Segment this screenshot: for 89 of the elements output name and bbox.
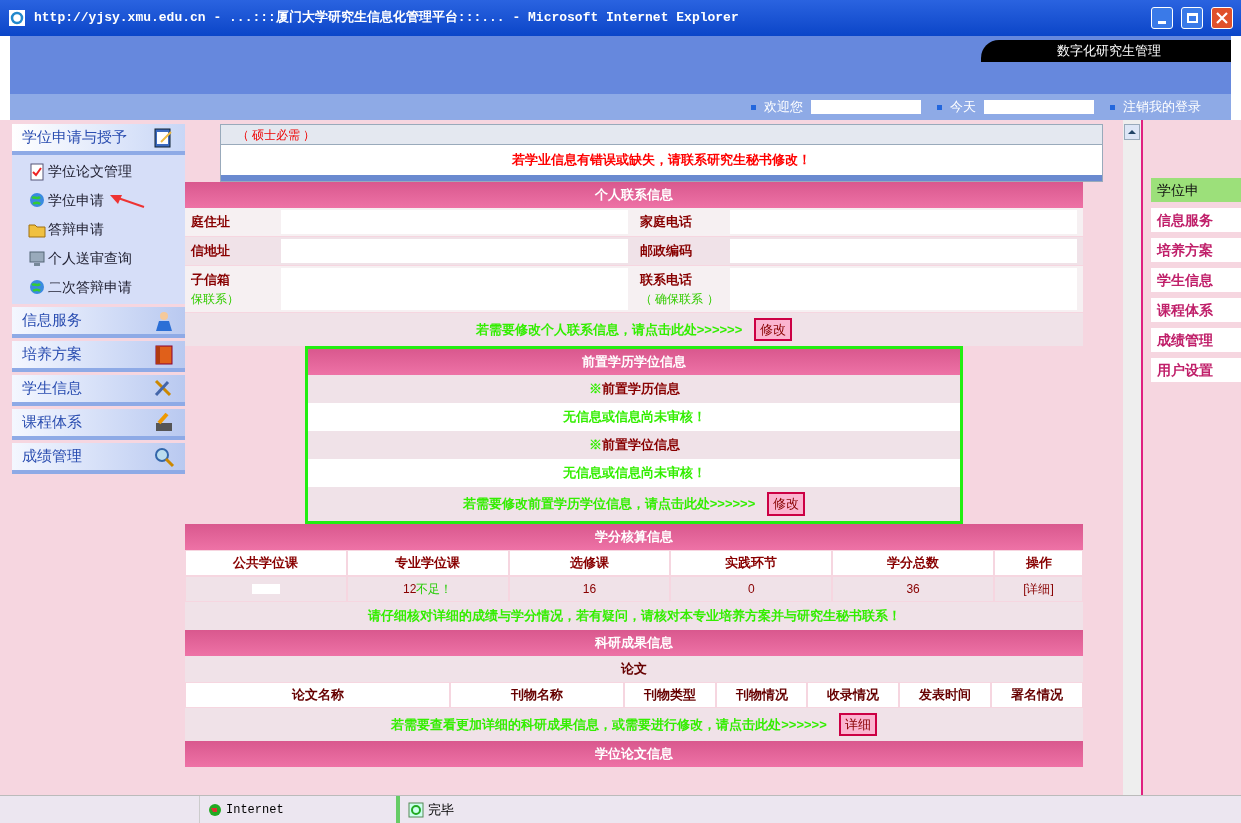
table-cell-text: （ 硕士必需 ） — [235, 126, 317, 144]
section-header: 学位论文信息 — [185, 741, 1083, 767]
page-icon — [408, 801, 424, 818]
sidebar-item[interactable]: 学位论文管理 — [12, 157, 132, 186]
document-icon — [28, 162, 46, 181]
monitor-icon — [28, 249, 46, 268]
redacted-block — [251, 583, 280, 594]
field-label: 庭住址 — [191, 213, 231, 232]
sidebar-item[interactable]: 答辩申请 — [12, 215, 104, 244]
sidebar-group-header[interactable]: 信息服务 — [12, 307, 185, 338]
column-header: 学分总数 — [832, 549, 994, 576]
column-header: 论文名称 — [185, 681, 451, 708]
status-message: 无信息或信息尚未审核！ — [562, 464, 706, 483]
scroll-up-icon[interactable] — [1124, 124, 1140, 140]
window-title: http://yjsy.xmu.edu.cn - ...:::厦门大学研究生信息化管理平台:::... - Microsoft Internet Explorer — [34, 8, 740, 28]
subsection-title: ※前置学位信息 — [588, 436, 680, 455]
table-cell-text: 12不足！ — [403, 580, 453, 598]
sidebar-item[interactable]: 学位申请 — [12, 186, 104, 215]
edit-hint: 若需要查看更加详细的科研成果信息，或需要进行修改，请点击此处>>>>>> — [391, 715, 827, 734]
minimize-button[interactable] — [1151, 7, 1173, 29]
edit-button[interactable]: 修改 — [767, 492, 806, 516]
maximize-button[interactable] — [1181, 7, 1203, 29]
column-header: 发表时间 — [899, 681, 992, 708]
column-header: 刊物情况 — [715, 681, 808, 708]
sidebar-item[interactable]: 二次答辩申请 — [12, 273, 132, 302]
nav-item[interactable]: 信息服务 — [1151, 208, 1241, 232]
column-header: 收录情况 — [807, 681, 900, 708]
sidebar-group-header[interactable]: 学位申请与授予 — [12, 124, 185, 155]
table-cell-text: 0 — [747, 580, 755, 598]
column-header: 专业学位课 — [346, 549, 509, 576]
globe-icon — [28, 191, 46, 210]
pen-icon — [153, 126, 175, 149]
today-label: 今天 — [950, 98, 976, 117]
error-message: 若学业信息有错误或缺失，请联系研究生秘书修改！ — [511, 151, 812, 170]
nav-item[interactable]: 课程体系 — [1151, 298, 1241, 322]
nav-item[interactable]: 培养方案 — [1151, 238, 1241, 262]
table-cell-text: 16 — [582, 580, 597, 598]
field-label: 信地址 — [191, 242, 231, 261]
sidebar-group-header[interactable]: 学生信息 — [12, 375, 185, 406]
bullet-icon — [937, 104, 942, 110]
details-button[interactable]: 详细 — [838, 712, 877, 736]
subsection-title: 论文 — [185, 655, 1083, 682]
bullet-icon — [1110, 104, 1115, 110]
field-label: 子信箱 — [191, 271, 231, 289]
status-message: 无信息或信息尚未审核！ — [562, 408, 706, 427]
field-label: 家庭电话 — [640, 213, 693, 232]
edit-hint: 若需要修改前置学历学位信息，请点击此处>>>>>> — [462, 495, 756, 513]
field-label: 邮政编码 — [640, 242, 693, 261]
edit-button[interactable]: 修改 — [754, 317, 793, 341]
field-note: （ 确保联系 ） — [640, 290, 720, 308]
nav-item[interactable]: 用户设置 — [1151, 358, 1241, 382]
credits-note: 请仔细核对详细的成绩与学分情况，若有疑问，请核对本专业培养方案并与研究生秘书联系！ — [185, 601, 1083, 630]
browser-icon — [8, 9, 26, 27]
subsection-title: ※前置学历信息 — [588, 380, 680, 399]
sidebar-item[interactable]: 个人送审查询 — [12, 244, 132, 273]
globe-icon — [208, 802, 222, 817]
sidebar-group-header[interactable]: 课程体系 — [12, 409, 185, 440]
security-zone: Internet — [226, 801, 284, 819]
nav-item[interactable]: 成绩管理 — [1151, 328, 1241, 352]
person-icon — [153, 309, 175, 332]
column-header: 刊物类型 — [623, 681, 716, 708]
field-note: 保联系） — [191, 290, 240, 308]
column-header: 署名情况 — [991, 681, 1083, 708]
search-icon — [153, 445, 175, 468]
globe-icon — [28, 278, 46, 297]
column-header: 刊物名称 — [450, 681, 624, 708]
column-header: 操作 — [994, 549, 1083, 576]
column-header: 公共学位课 — [185, 549, 347, 576]
section-header: 科研成果信息 — [185, 629, 1083, 656]
book-icon — [153, 343, 175, 366]
sidebar-group-header[interactable]: 培养方案 — [12, 341, 185, 372]
bullet-icon — [751, 104, 756, 110]
nav-item[interactable]: 学生信息 — [1151, 268, 1241, 292]
sidebar-group-header[interactable]: 成绩管理 — [12, 443, 185, 474]
site-banner: 数字化研究生管理 — [981, 40, 1231, 62]
column-header: 实践环节 — [670, 549, 833, 576]
nav-item[interactable]: 学位申 — [1151, 178, 1241, 202]
close-icon — [1216, 12, 1228, 24]
table-cell-text: 36 — [906, 580, 920, 598]
field-label: 联系电话 — [640, 271, 693, 289]
section-header: 前置学历学位信息 — [308, 349, 960, 375]
column-header: 选修课 — [508, 549, 671, 576]
section-header: 学分核算信息 — [185, 523, 1083, 550]
close-button[interactable] — [1211, 7, 1233, 29]
edit-hint: 若需要修改个人联系信息，请点击此处>>>>>> — [475, 320, 743, 339]
welcome-label: 欢迎您 — [764, 98, 803, 117]
section-header: 个人联系信息 — [185, 182, 1083, 208]
brush-icon — [153, 411, 175, 434]
status-text: 完毕 — [428, 800, 454, 819]
